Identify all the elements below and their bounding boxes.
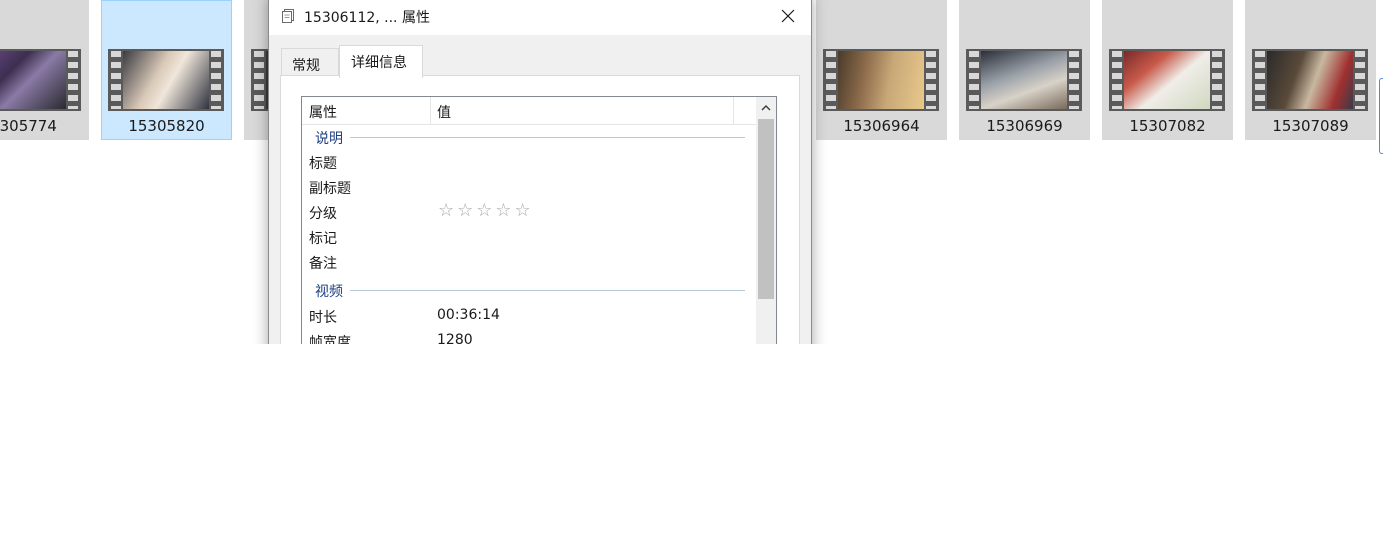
video-thumbnail (823, 49, 939, 111)
group-divider (350, 290, 745, 291)
property-label-duration[interactable]: 时长 (309, 307, 337, 327)
column-header-value[interactable]: 值 (437, 102, 451, 122)
property-label-tags[interactable]: 标记 (309, 228, 337, 248)
partial-tile-edge (1379, 78, 1383, 154)
column-header-property[interactable]: 属性 (309, 102, 337, 122)
property-label-subtitle[interactable]: 副标题 (309, 178, 351, 198)
tile-filename: 15306964 (843, 117, 920, 135)
group-divider (350, 137, 745, 138)
explorer-viewport: 5305774 15305820 15306964 15306969 (0, 0, 1383, 344)
vertical-scrollbar[interactable] (756, 97, 776, 344)
close-icon (781, 9, 795, 23)
tile-filename: 15307089 (1272, 117, 1349, 135)
column-header: 属性 值 (302, 97, 756, 125)
property-label-frame-width[interactable]: 帧宽度 (309, 332, 351, 344)
video-tile-selected[interactable]: 15305820 (101, 0, 232, 140)
property-list[interactable]: 属性 值 说明 标题 副标题 分级 ☆☆☆☆☆ 标记 备注 视频 时长 00:3… (301, 96, 777, 344)
video-thumbnail (1252, 49, 1368, 111)
property-value-frame-width: 1280 (437, 332, 473, 344)
dialog-titlebar[interactable]: 15306112, ... 属性 (269, 0, 811, 35)
video-tile[interactable]: 15307082 (1102, 0, 1233, 140)
video-thumbnail (108, 49, 224, 111)
properties-dialog: 15306112, ... 属性 常规 详细信息 属性 值 说明 标题 副标题 … (268, 0, 812, 344)
rating-stars[interactable]: ☆☆☆☆☆ (438, 200, 534, 221)
scroll-up-button[interactable] (756, 97, 776, 117)
video-thumbnail (0, 49, 81, 111)
tile-filename: 5305774 (0, 117, 57, 135)
tab-details[interactable]: 详细信息 (339, 45, 423, 78)
property-label-comments[interactable]: 备注 (309, 253, 337, 273)
property-label-rating[interactable]: 分级 (309, 203, 337, 223)
video-tile[interactable]: 15307089 (1245, 0, 1376, 140)
property-label-title[interactable]: 标题 (309, 153, 337, 173)
tile-filename: 15305820 (128, 117, 205, 135)
scrollbar-thumb[interactable] (758, 119, 774, 299)
group-header-description: 说明 (315, 131, 343, 147)
tile-filename: 15307082 (1129, 117, 1206, 135)
video-tile[interactable]: 5305774 (0, 0, 89, 140)
tile-filename: 15306969 (986, 117, 1063, 135)
video-thumbnail (966, 49, 1082, 111)
group-header-video: 视频 (315, 284, 343, 300)
video-tile[interactable]: 15306964 (816, 0, 947, 140)
video-tile[interactable]: 15306969 (959, 0, 1090, 140)
tab-general[interactable]: 常规 (281, 48, 339, 76)
details-tab-panel: 属性 值 说明 标题 副标题 分级 ☆☆☆☆☆ 标记 备注 视频 时长 00:3… (280, 75, 800, 344)
close-button[interactable] (765, 0, 811, 35)
property-value-duration: 00:36:14 (437, 307, 500, 323)
video-thumbnail (1109, 49, 1225, 111)
file-properties-icon (282, 9, 294, 23)
dialog-title: 15306112, ... 属性 (304, 10, 430, 26)
scroll-up-arrow-icon (761, 104, 771, 110)
